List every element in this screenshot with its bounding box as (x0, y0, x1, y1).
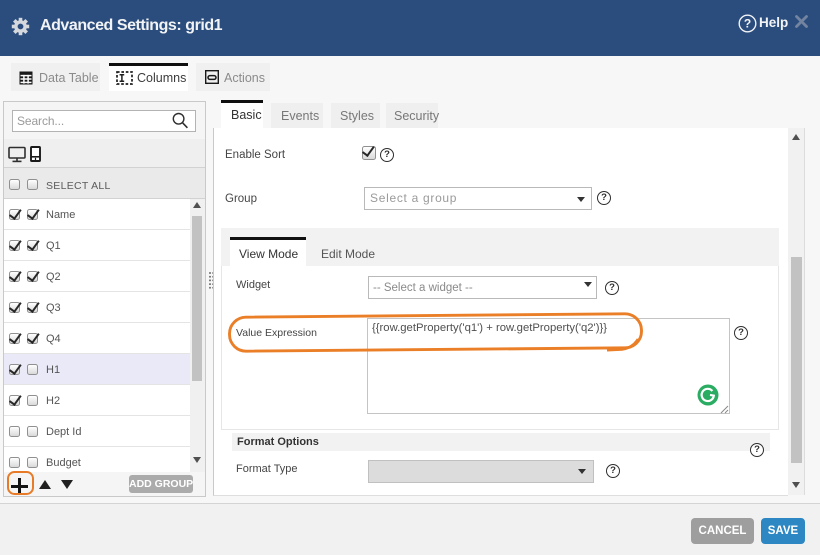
svg-text:?: ? (744, 17, 751, 31)
